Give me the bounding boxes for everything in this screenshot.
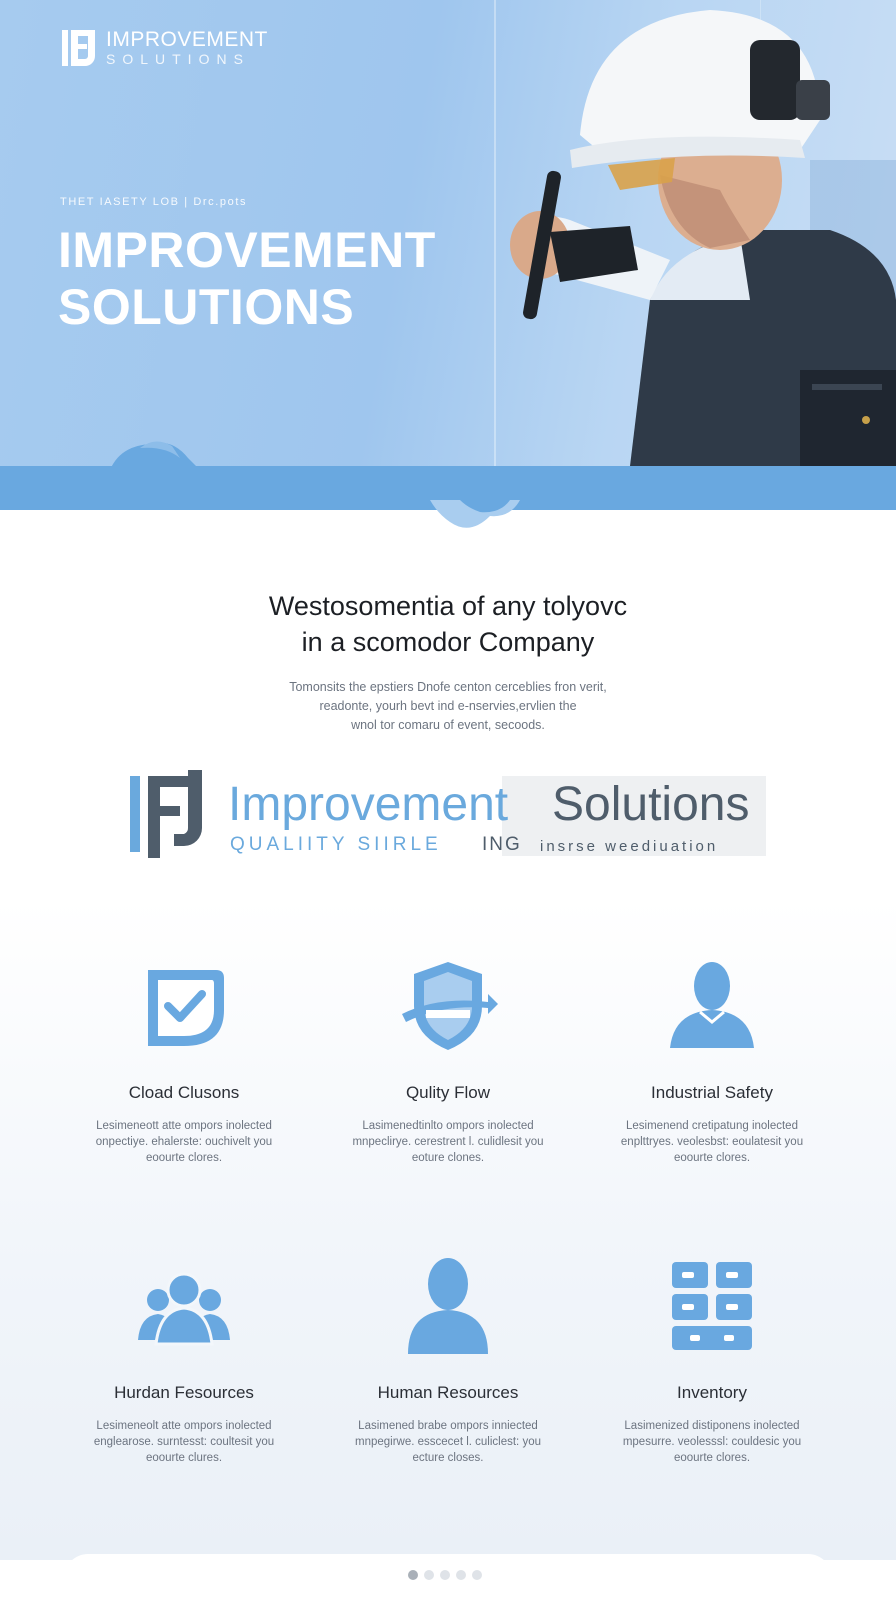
hero-title: IMPROVEMENT SOLUTIONS [58, 222, 436, 336]
carousel-dot[interactable] [456, 1570, 466, 1580]
grid-inventory-icon [672, 1262, 752, 1350]
feature-description-line: mnpeclirye. cerestrent l. culidlesit you [352, 1136, 544, 1148]
feature-title: Hurdan Fesources [114, 1383, 254, 1402]
shield-flow-icon [402, 962, 498, 1050]
decorative-wave [430, 500, 520, 528]
carousel-dot[interactable] [440, 1570, 450, 1580]
feature-description: Lesimeneott atte ompors inolected onpect… [64, 1118, 304, 1166]
hero-eyebrow: THET IASETY LOB | Drc.pots [60, 196, 248, 208]
logo-word: Improvement [228, 778, 509, 831]
brand-tagline: SOLUTIONS [106, 51, 250, 67]
hero-title-line: IMPROVEMENT [58, 222, 436, 278]
group-icon [138, 1272, 230, 1346]
feature-description-line: eoture clones. [411, 1152, 485, 1164]
feature-card[interactable]: Human Resources Lasimened brabe ompors i… [328, 1256, 568, 1466]
fj-monogram-icon [62, 30, 95, 66]
person-icon [670, 962, 754, 1048]
feature-card[interactable]: Industrial Safety Lesimenend cretipatung… [592, 956, 832, 1166]
feature-description-line: onpectiye. ehalerste: ouchivelt you [95, 1136, 273, 1148]
person-bust-icon [408, 1258, 488, 1354]
feature-card[interactable]: Inventory Lasimenized distiponens inolec… [592, 1256, 832, 1466]
feature-description-line: mpesurre. veolesssl: couldesic you [622, 1436, 802, 1448]
feature-description-line: eoourte clores. [145, 1152, 223, 1164]
feature-description-line: Lasimened brabe ompors inniected [358, 1420, 538, 1432]
feature-title: Human Resources [377, 1383, 519, 1402]
feature-title: Industrial Safety [651, 1083, 773, 1102]
feature-description-line: englearose. surntesst: coultesit you [93, 1436, 275, 1448]
feature-card[interactable]: Qulity Flow Lasimenedtinlto ompors inole… [328, 956, 568, 1166]
feature-description-line: Lesimenend cretipatung inolected [626, 1120, 798, 1132]
carousel-dot[interactable] [472, 1570, 482, 1580]
logo-tagline: insrse weediuation [540, 838, 719, 855]
feature-description: Lesimeneolt atte ompors inolected englea… [64, 1418, 304, 1466]
intro-heading-line: in a scomodor Company [301, 627, 595, 657]
feature-title: Qulity Flow [405, 1083, 491, 1102]
logo-word: Solutions [552, 778, 750, 831]
intro-body: Tomonsits the epstiers Dnofe centon cerc… [240, 678, 656, 735]
hero-banner: IMPROVEMENT SOLUTIONS THET IASETY LOB | … [0, 0, 896, 466]
feature-description: Lasimened brabe ompors inniected mnpegir… [328, 1418, 568, 1466]
feature-card[interactable]: Cload Clusons Lesimeneott atte ompors in… [64, 956, 304, 1166]
logo-tagline: ING [482, 834, 522, 855]
feature-description-line: mnpegirwe. esscecet l. culiclest: you [355, 1436, 541, 1448]
intro-body-line: readonte, yourh bevt ind e-nservies,ervl… [319, 699, 577, 713]
carousel-dot[interactable] [408, 1570, 418, 1580]
fj-monogram-icon [130, 770, 202, 858]
feature-description-line: Lasimenized distiponens inolected [624, 1420, 800, 1432]
feature-title: Cload Clusons [128, 1083, 240, 1102]
feature-description-line: ecture closes. [412, 1452, 484, 1464]
hero-glass-divider [494, 0, 496, 466]
checkmark-badge-icon [148, 970, 224, 1046]
carousel-dot[interactable] [424, 1570, 434, 1580]
feature-title: Inventory [677, 1383, 747, 1402]
intro-body-line: wnol tor comaru of event, secoods. [351, 718, 545, 732]
brand-name: IMPROVEMENT [106, 28, 268, 51]
hero-title-line: SOLUTIONS [58, 279, 355, 335]
intro-body-line: Tomonsits the epstiers Dnofe centon cerc… [289, 680, 607, 694]
feature-description: Lasimenedtinlto ompors inolected mnpecli… [328, 1118, 568, 1166]
feature-description-line: eoourte clores. [673, 1152, 751, 1164]
logo-tagline: QUALIITY SIIRLE [230, 834, 442, 855]
feature-card[interactable]: Hurdan Fesources Lesimeneolt atte ompors… [64, 1256, 304, 1466]
feature-description-line: enplttryes. veolesbst: eoulatesit you [620, 1136, 804, 1148]
technician-in-hardhat-photo [510, 10, 896, 466]
intro-heading: Westosomentia of any tolyovc in a scomod… [0, 588, 896, 660]
carousel-pagination [408, 1570, 482, 1580]
feature-description: Lesimenend cretipatung inolected enplttr… [592, 1118, 832, 1166]
feature-description: Lasimenized distiponens inolected mpesur… [592, 1418, 832, 1466]
header-logo[interactable]: IMPROVEMENT SOLUTIONS [62, 28, 268, 68]
company-logo-lockup: Improvement Solutions QUALIITY SIIRLE IN… [130, 766, 766, 862]
feature-description-line: eoourte clures. [145, 1452, 223, 1464]
intro-heading-line: Westosomentia of any tolyovc [268, 591, 628, 621]
feature-description-line: Lasimenedtinlto ompors inolected [362, 1120, 534, 1132]
feature-description-line: Lesimeneott atte ompors inolected [96, 1120, 272, 1132]
feature-description-line: Lesimeneolt atte ompors inolected [96, 1420, 272, 1432]
feature-description-line: eoourte clores. [673, 1452, 751, 1464]
